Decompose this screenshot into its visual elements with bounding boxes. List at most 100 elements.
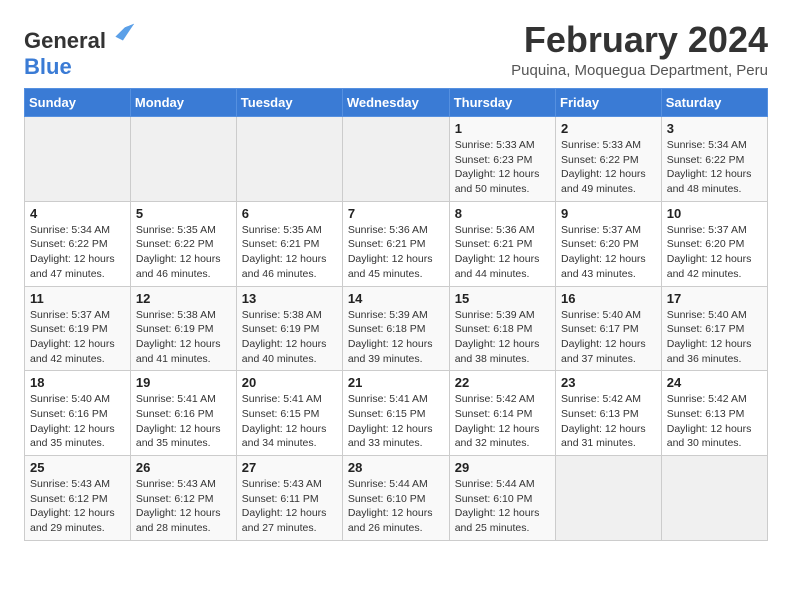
calendar-cell: 21 Sunrise: 5:41 AMSunset: 6:15 PMDayligh… bbox=[342, 371, 449, 456]
day-info: Sunrise: 5:41 AMSunset: 6:15 PMDaylight:… bbox=[242, 392, 337, 451]
calendar-cell bbox=[342, 117, 449, 202]
calendar-week-row: 4 Sunrise: 5:34 AMSunset: 6:22 PMDaylight… bbox=[25, 201, 768, 286]
day-number: 25 bbox=[30, 460, 125, 475]
calendar-cell: 14Sunrise: 5:39 AMSunset: 6:18 PMDayligh… bbox=[342, 286, 449, 371]
day-number: 19 bbox=[136, 375, 231, 390]
page-header: General Blue February 2024 Puquina, Moqu… bbox=[24, 20, 768, 80]
logo-general: General bbox=[24, 28, 106, 53]
calendar-cell: 19 Sunrise: 5:41 AMSunset: 6:16 PMDayligh… bbox=[130, 371, 236, 456]
day-number: 22 bbox=[455, 375, 550, 390]
calendar-cell: 6Sunrise: 5:35 AMSunset: 6:21 PMDaylight… bbox=[236, 201, 342, 286]
day-info: Sunrise: 5:42 AMSunset: 6:14 PMDaylight:… bbox=[455, 392, 550, 451]
weekday-header-thursday: Thursday bbox=[449, 89, 555, 117]
calendar-cell: 7 Sunrise: 5:36 AMSunset: 6:21 PMDaylight… bbox=[342, 201, 449, 286]
calendar-cell: 22 Sunrise: 5:42 AMSunset: 6:14 PMDayligh… bbox=[449, 371, 555, 456]
day-info: Sunrise: 5:42 AMSunset: 6:13 PMDaylight:… bbox=[667, 392, 762, 451]
day-info: Sunrise: 5:34 AMSunset: 6:22 PMDaylight:… bbox=[667, 138, 762, 197]
calendar-cell: 17 Sunrise: 5:40 AMSunset: 6:17 PMDayligh… bbox=[661, 286, 767, 371]
logo-text: General Blue bbox=[24, 20, 136, 80]
weekday-header-sunday: Sunday bbox=[25, 89, 131, 117]
day-info: Sunrise: 5:39 AMSunset: 6:18 PMDaylight:… bbox=[455, 308, 550, 367]
day-number: 14 bbox=[348, 291, 444, 306]
day-number: 11 bbox=[30, 291, 125, 306]
day-info: Sunrise: 5:43 AMSunset: 6:11 PMDaylight:… bbox=[242, 477, 337, 536]
calendar-cell: 5Sunrise: 5:35 AMSunset: 6:22 PMDaylight… bbox=[130, 201, 236, 286]
day-number: 8 bbox=[455, 206, 550, 221]
day-info: Sunrise: 5:44 AMSunset: 6:10 PMDaylight:… bbox=[455, 477, 550, 536]
day-info: Sunrise: 5:38 AMSunset: 6:19 PMDaylight:… bbox=[242, 308, 337, 367]
day-info: Sunrise: 5:34 AMSunset: 6:22 PMDaylight:… bbox=[30, 223, 125, 282]
day-number: 15 bbox=[455, 291, 550, 306]
day-number: 10 bbox=[667, 206, 762, 221]
calendar-cell: 27 Sunrise: 5:43 AMSunset: 6:11 PMDayligh… bbox=[236, 456, 342, 541]
calendar-header-row: SundayMondayTuesdayWednesdayThursdayFrid… bbox=[25, 89, 768, 117]
day-info: Sunrise: 5:43 AMSunset: 6:12 PMDaylight:… bbox=[30, 477, 125, 536]
calendar-cell: 23 Sunrise: 5:42 AMSunset: 6:13 PMDayligh… bbox=[556, 371, 662, 456]
day-info: Sunrise: 5:36 AMSunset: 6:21 PMDaylight:… bbox=[455, 223, 550, 282]
day-number: 28 bbox=[348, 460, 444, 475]
calendar-cell: 1 Sunrise: 5:33 AMSunset: 6:23 PMDaylight… bbox=[449, 117, 555, 202]
weekday-header-saturday: Saturday bbox=[661, 89, 767, 117]
logo: General Blue bbox=[24, 20, 136, 80]
calendar-week-row: 18Sunrise: 5:40 AMSunset: 6:16 PMDayligh… bbox=[25, 371, 768, 456]
weekday-header-monday: Monday bbox=[130, 89, 236, 117]
day-number: 3 bbox=[667, 121, 762, 136]
calendar-cell bbox=[25, 117, 131, 202]
day-number: 17 bbox=[667, 291, 762, 306]
logo-blue: Blue bbox=[24, 54, 72, 79]
day-info: Sunrise: 5:41 AMSunset: 6:15 PMDaylight:… bbox=[348, 392, 444, 451]
day-number: 12 bbox=[136, 291, 231, 306]
day-number: 24 bbox=[667, 375, 762, 390]
day-number: 5 bbox=[136, 206, 231, 221]
day-info: Sunrise: 5:36 AMSunset: 6:21 PMDaylight:… bbox=[348, 223, 444, 282]
calendar-cell: 4 Sunrise: 5:34 AMSunset: 6:22 PMDaylight… bbox=[25, 201, 131, 286]
calendar-cell: 26Sunrise: 5:43 AMSunset: 6:12 PMDayligh… bbox=[130, 456, 236, 541]
calendar-cell: 24 Sunrise: 5:42 AMSunset: 6:13 PMDayligh… bbox=[661, 371, 767, 456]
title-area: February 2024 Puquina, Moquegua Departme… bbox=[511, 20, 768, 79]
day-number: 9 bbox=[561, 206, 656, 221]
day-number: 2 bbox=[561, 121, 656, 136]
calendar-cell bbox=[130, 117, 236, 202]
day-number: 16 bbox=[561, 291, 656, 306]
day-info: Sunrise: 5:37 AMSunset: 6:20 PMDaylight:… bbox=[667, 223, 762, 282]
day-info: Sunrise: 5:42 AMSunset: 6:13 PMDaylight:… bbox=[561, 392, 656, 451]
logo-bird-icon bbox=[108, 20, 136, 48]
calendar-cell: 25 Sunrise: 5:43 AMSunset: 6:12 PMDayligh… bbox=[25, 456, 131, 541]
day-number: 1 bbox=[455, 121, 550, 136]
day-number: 29 bbox=[455, 460, 550, 475]
month-title: February 2024 bbox=[511, 20, 768, 60]
day-info: Sunrise: 5:40 AMSunset: 6:17 PMDaylight:… bbox=[561, 308, 656, 367]
calendar-cell: 12 Sunrise: 5:38 AMSunset: 6:19 PMDayligh… bbox=[130, 286, 236, 371]
calendar-cell: 13 Sunrise: 5:38 AMSunset: 6:19 PMDayligh… bbox=[236, 286, 342, 371]
day-info: Sunrise: 5:40 AMSunset: 6:17 PMDaylight:… bbox=[667, 308, 762, 367]
calendar-table: SundayMondayTuesdayWednesdayThursdayFrid… bbox=[24, 88, 768, 541]
calendar-cell: 11Sunrise: 5:37 AMSunset: 6:19 PMDayligh… bbox=[25, 286, 131, 371]
day-info: Sunrise: 5:44 AMSunset: 6:10 PMDaylight:… bbox=[348, 477, 444, 536]
calendar-week-row: 11Sunrise: 5:37 AMSunset: 6:19 PMDayligh… bbox=[25, 286, 768, 371]
day-number: 4 bbox=[30, 206, 125, 221]
weekday-header-tuesday: Tuesday bbox=[236, 89, 342, 117]
day-info: Sunrise: 5:33 AMSunset: 6:22 PMDaylight:… bbox=[561, 138, 656, 197]
calendar-cell: 29 Sunrise: 5:44 AMSunset: 6:10 PMDayligh… bbox=[449, 456, 555, 541]
calendar-week-row: 1 Sunrise: 5:33 AMSunset: 6:23 PMDaylight… bbox=[25, 117, 768, 202]
day-number: 7 bbox=[348, 206, 444, 221]
day-number: 23 bbox=[561, 375, 656, 390]
calendar-cell: 15 Sunrise: 5:39 AMSunset: 6:18 PMDayligh… bbox=[449, 286, 555, 371]
weekday-header-wednesday: Wednesday bbox=[342, 89, 449, 117]
day-number: 13 bbox=[242, 291, 337, 306]
day-info: Sunrise: 5:38 AMSunset: 6:19 PMDaylight:… bbox=[136, 308, 231, 367]
calendar-cell: 20Sunrise: 5:41 AMSunset: 6:15 PMDayligh… bbox=[236, 371, 342, 456]
calendar-cell: 8 Sunrise: 5:36 AMSunset: 6:21 PMDaylight… bbox=[449, 201, 555, 286]
calendar-cell: 10 Sunrise: 5:37 AMSunset: 6:20 PMDayligh… bbox=[661, 201, 767, 286]
day-info: Sunrise: 5:33 AMSunset: 6:23 PMDaylight:… bbox=[455, 138, 550, 197]
location-subtitle: Puquina, Moquegua Department, Peru bbox=[511, 62, 768, 79]
calendar-cell: 18Sunrise: 5:40 AMSunset: 6:16 PMDayligh… bbox=[25, 371, 131, 456]
day-info: Sunrise: 5:41 AMSunset: 6:16 PMDaylight:… bbox=[136, 392, 231, 451]
calendar-cell: 9Sunrise: 5:37 AMSunset: 6:20 PMDaylight… bbox=[556, 201, 662, 286]
day-number: 27 bbox=[242, 460, 337, 475]
weekday-header-friday: Friday bbox=[556, 89, 662, 117]
calendar-cell bbox=[556, 456, 662, 541]
day-number: 6 bbox=[242, 206, 337, 221]
day-number: 18 bbox=[30, 375, 125, 390]
day-number: 21 bbox=[348, 375, 444, 390]
